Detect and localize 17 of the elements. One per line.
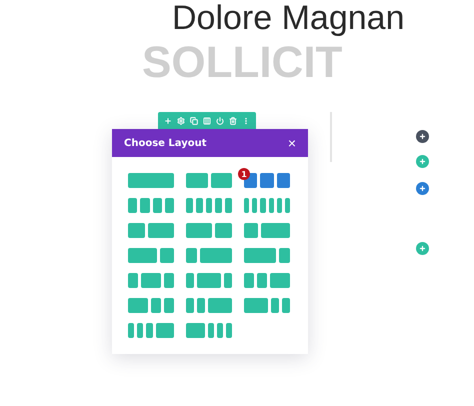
plus-icon — [419, 245, 426, 252]
plus-icon — [419, 158, 426, 165]
layout-option[interactable] — [244, 173, 290, 188]
page-heading: Dolore Magnan — [172, 0, 404, 36]
trash-icon[interactable] — [229, 116, 238, 124]
columns-icon[interactable] — [202, 116, 211, 124]
add-button[interactable] — [416, 130, 429, 143]
duplicate-icon[interactable] — [190, 116, 198, 124]
add-button[interactable] — [416, 182, 429, 195]
power-icon[interactable] — [216, 116, 224, 124]
settings-icon[interactable] — [176, 116, 185, 124]
add-icon[interactable] — [164, 116, 172, 124]
count-badge: 1 — [238, 168, 250, 180]
plus-icon — [419, 133, 426, 140]
close-button[interactable]: × — [288, 136, 296, 150]
plus-icon — [419, 185, 426, 192]
dialog-title: Choose Layout — [124, 138, 207, 148]
